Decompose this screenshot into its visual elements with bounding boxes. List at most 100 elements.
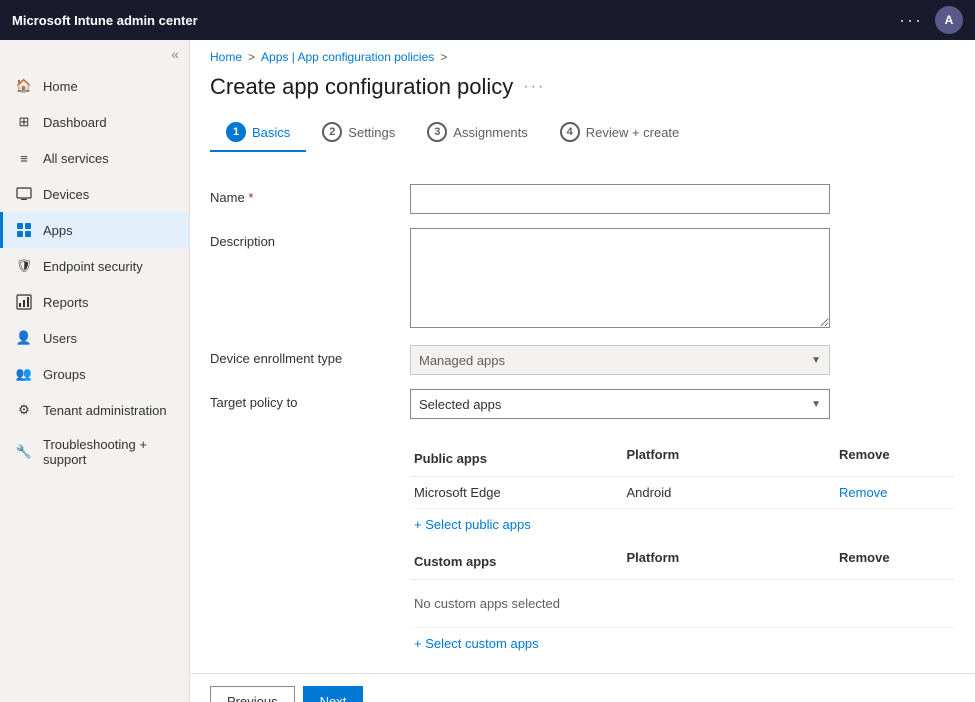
topbar-menu-dots[interactable]: ···	[899, 10, 923, 31]
page-title: Create app configuration policy	[210, 74, 513, 100]
page-menu-dots[interactable]: ···	[523, 78, 545, 96]
public-app-platform-0: Android	[623, 485, 836, 500]
public-apps-header: Public apps Platform Remove	[410, 441, 955, 477]
form-row-name: Name *	[210, 184, 955, 214]
select-public-apps-link[interactable]: + Select public apps	[410, 509, 955, 540]
tab-review-create[interactable]: 4 Review + create	[544, 114, 696, 152]
sidebar-item-groups[interactable]: 👥 Groups	[0, 356, 189, 392]
sidebar-item-troubleshooting[interactable]: 🔧 Troubleshooting + support	[0, 428, 189, 476]
tab-assignments[interactable]: 3 Assignments	[411, 114, 543, 152]
device-enrollment-control: Managed apps ▼	[410, 345, 955, 375]
sidebar-item-endpoint-security[interactable]: 🛡 Endpoint security	[0, 248, 189, 284]
custom-apps-title: Custom apps	[410, 550, 623, 573]
sidebar-label-dashboard: Dashboard	[43, 115, 107, 130]
tab-settings-label: Settings	[348, 125, 395, 140]
apps-label-spacer	[210, 433, 410, 439]
sidebar-label-troubleshooting: Troubleshooting + support	[43, 437, 177, 467]
sidebar-item-devices[interactable]: Devices	[0, 176, 189, 212]
sidebar-label-apps: Apps	[43, 223, 73, 238]
groups-icon: 👥	[15, 365, 33, 383]
description-textarea[interactable]	[410, 228, 830, 328]
topbar-right: ··· A	[899, 6, 963, 34]
main-content: Home > Apps | App configuration policies…	[190, 40, 975, 702]
breadcrumb-sep1: >	[248, 50, 255, 64]
device-enrollment-chevron: ▼	[811, 355, 821, 366]
apps-table-container: Public apps Platform Remove Microsoft Ed…	[410, 433, 955, 659]
form-row-description: Description	[210, 228, 955, 331]
custom-apps-empty-row: No custom apps selected	[410, 580, 955, 628]
sidebar-item-home[interactable]: 🏠 Home	[0, 68, 189, 104]
sidebar-label-endpoint-security: Endpoint security	[43, 259, 143, 274]
custom-apps-remove-col: Remove	[835, 550, 955, 573]
sidebar-label-all-services: All services	[43, 151, 109, 166]
public-apps-row-0: Microsoft Edge Android Remove	[410, 477, 955, 509]
name-input[interactable]	[410, 184, 830, 214]
next-button[interactable]: Next	[303, 686, 364, 702]
page-header: Create app configuration policy ···	[190, 68, 975, 114]
tab-settings-num: 2	[322, 122, 342, 142]
device-enrollment-select: Managed apps ▼	[410, 345, 830, 375]
tenant-admin-icon: ⚙	[15, 401, 33, 419]
tab-basics-num: 1	[226, 122, 246, 142]
sidebar: « 🏠 Home ⊞ Dashboard ≡ All services Devi…	[0, 40, 190, 702]
all-services-icon: ≡	[15, 149, 33, 167]
form-row-target-policy: Target policy to Selected apps ▼	[210, 389, 955, 419]
name-label: Name *	[210, 184, 410, 205]
app-title: Microsoft Intune admin center	[12, 13, 198, 28]
endpoint-security-icon: 🛡	[15, 257, 33, 275]
public-app-remove-0[interactable]: Remove	[835, 485, 955, 500]
select-custom-apps-link[interactable]: + Select custom apps	[410, 628, 955, 659]
breadcrumb: Home > Apps | App configuration policies…	[190, 40, 975, 68]
troubleshooting-icon: 🔧	[15, 443, 33, 461]
sidebar-item-all-services[interactable]: ≡ All services	[0, 140, 189, 176]
apps-table: Public apps Platform Remove Microsoft Ed…	[410, 441, 955, 659]
sidebar-label-reports: Reports	[43, 295, 89, 310]
breadcrumb-home[interactable]: Home	[210, 50, 242, 64]
sidebar-item-tenant-administration[interactable]: ⚙ Tenant administration	[0, 392, 189, 428]
tab-assignments-num: 3	[427, 122, 447, 142]
sidebar-collapse-button[interactable]: «	[171, 46, 179, 62]
custom-apps-empty-text: No custom apps selected	[410, 588, 623, 619]
sidebar-label-groups: Groups	[43, 367, 86, 382]
users-icon: 👤	[15, 329, 33, 347]
avatar[interactable]: A	[935, 6, 963, 34]
devices-icon	[15, 185, 33, 203]
home-icon: 🏠	[15, 77, 33, 95]
sidebar-label-devices: Devices	[43, 187, 89, 202]
sidebar-label-home: Home	[43, 79, 78, 94]
public-app-name-0: Microsoft Edge	[410, 485, 623, 500]
tab-review-label: Review + create	[586, 125, 680, 140]
form-area: Name * Description Device enrollment typ…	[190, 168, 975, 673]
tab-assignments-label: Assignments	[453, 125, 527, 140]
public-apps-platform-col: Platform	[623, 447, 836, 470]
wizard-tabs: 1 Basics 2 Settings 3 Assignments 4 Revi…	[190, 114, 975, 168]
sidebar-label-users: Users	[43, 331, 77, 346]
topbar: Microsoft Intune admin center ··· A	[0, 0, 975, 40]
sidebar-item-users[interactable]: 👤 Users	[0, 320, 189, 356]
apps-icon	[15, 221, 33, 239]
form-row-device-enrollment: Device enrollment type Managed apps ▼	[210, 345, 955, 375]
description-label: Description	[210, 228, 410, 249]
device-enrollment-label: Device enrollment type	[210, 345, 410, 366]
footer: Previous Next	[190, 673, 975, 702]
tab-settings[interactable]: 2 Settings	[306, 114, 411, 152]
form-row-apps: Public apps Platform Remove Microsoft Ed…	[210, 433, 955, 659]
target-policy-value: Selected apps	[419, 397, 501, 412]
custom-apps-header: Custom apps Platform Remove	[410, 544, 955, 580]
previous-button[interactable]: Previous	[210, 686, 295, 702]
target-policy-select[interactable]: Selected apps ▼	[410, 389, 830, 419]
tab-review-num: 4	[560, 122, 580, 142]
tab-basics-label: Basics	[252, 125, 290, 140]
public-apps-remove-col: Remove	[835, 447, 955, 470]
device-enrollment-value: Managed apps	[419, 353, 505, 368]
sidebar-collapse: «	[0, 40, 189, 68]
sidebar-item-dashboard[interactable]: ⊞ Dashboard	[0, 104, 189, 140]
name-control	[410, 184, 955, 214]
tab-basics[interactable]: 1 Basics	[210, 114, 306, 152]
target-policy-label: Target policy to	[210, 389, 410, 410]
sidebar-item-apps[interactable]: Apps	[0, 212, 189, 248]
breadcrumb-sep2: >	[440, 50, 447, 64]
reports-icon	[15, 293, 33, 311]
sidebar-item-reports[interactable]: Reports	[0, 284, 189, 320]
breadcrumb-apps[interactable]: Apps | App configuration policies	[261, 50, 434, 64]
